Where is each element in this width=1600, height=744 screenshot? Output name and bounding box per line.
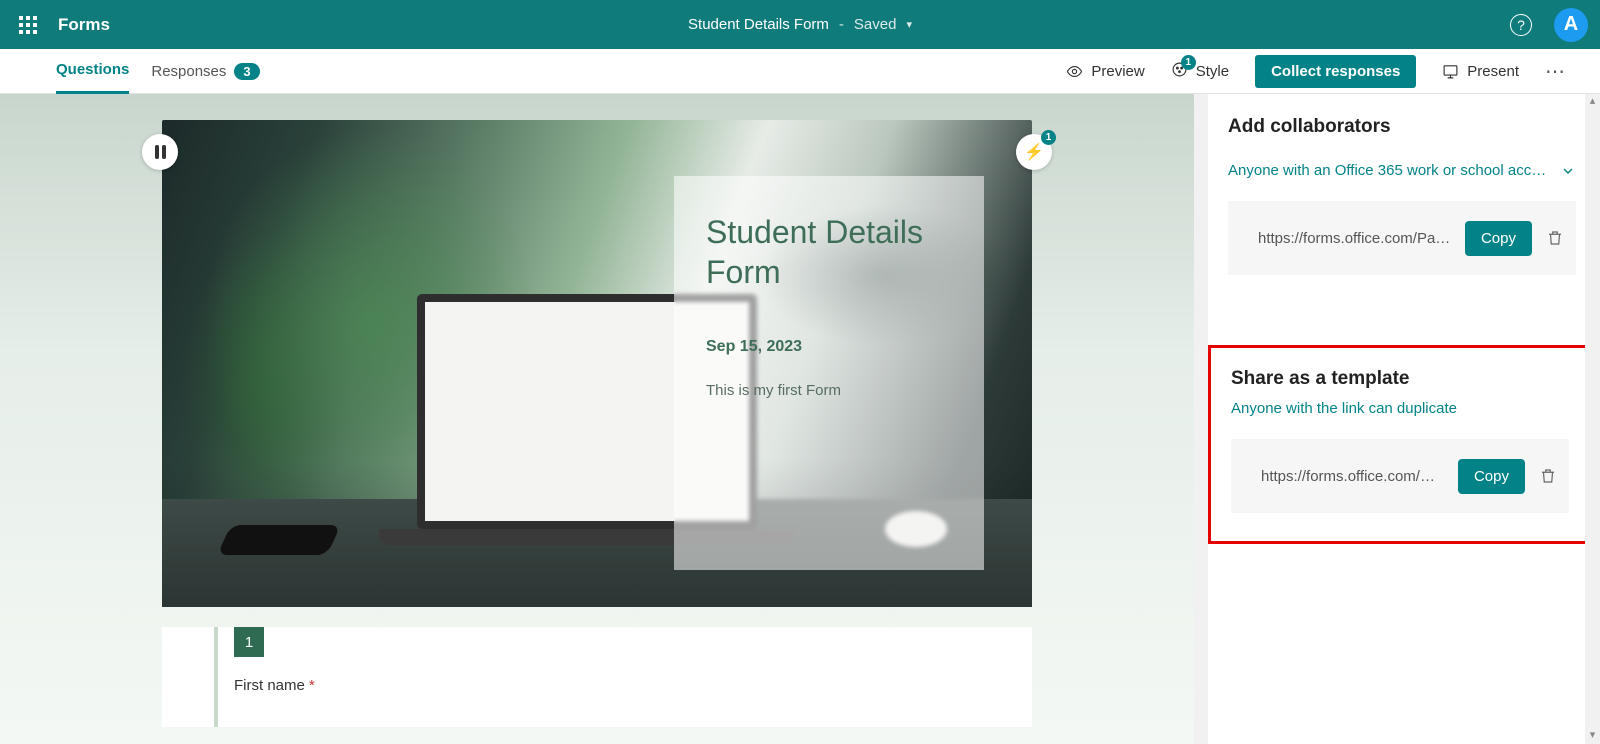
eye-icon — [1066, 63, 1083, 80]
collab-link-text[interactable]: https://forms.office.com/Pag... — [1258, 230, 1451, 247]
main-canvas: ⚡ 1 Student Details Form Sep 15, 2023 Th… — [0, 94, 1194, 744]
chevron-down-icon — [1560, 163, 1576, 179]
help-icon[interactable]: ? — [1510, 14, 1532, 36]
share-template-section: Share as a template Anyone with the link… — [1208, 345, 1596, 544]
pause-button[interactable] — [142, 134, 178, 170]
present-button[interactable]: Present — [1442, 63, 1519, 80]
form-description-text[interactable]: This is my first Form — [706, 382, 952, 399]
app-header: Forms Student Details Form - Saved ▾ ? A — [0, 0, 1600, 49]
lightning-button[interactable]: ⚡ 1 — [1016, 134, 1052, 170]
phone-graphic — [217, 525, 341, 555]
header-title-group: Student Details Form - Saved ▾ — [688, 16, 912, 33]
title-separator: - — [839, 16, 844, 33]
more-icon[interactable]: ⋯ — [1545, 59, 1566, 84]
question-label: First name — [234, 677, 305, 694]
monitor-icon — [1442, 63, 1459, 80]
question-card-1[interactable]: 1 First name * — [162, 627, 1032, 727]
main-scrollbar[interactable] — [1194, 94, 1208, 744]
preview-label: Preview — [1091, 63, 1144, 80]
share-template-title: Share as a template — [1231, 368, 1593, 390]
copy-template-link-button[interactable]: Copy — [1458, 459, 1525, 494]
collect-responses-button[interactable]: Collect responses — [1255, 55, 1416, 88]
save-status: Saved — [854, 16, 897, 33]
add-collaborators-title: Add collaborators — [1228, 116, 1600, 138]
tab-questions[interactable]: Questions — [56, 49, 129, 94]
sidebar-scrollbar[interactable]: ▴ ▾ — [1585, 94, 1600, 744]
preview-button[interactable]: Preview — [1066, 63, 1144, 80]
collect-label: Collect responses — [1271, 63, 1400, 80]
collab-scope-label: Anyone with an Office 365 work or school… — [1228, 162, 1550, 179]
chevron-down-icon[interactable]: ▾ — [906, 18, 912, 31]
form-header-card[interactable]: ⚡ 1 Student Details Form Sep 15, 2023 Th… — [162, 120, 1032, 607]
trash-icon[interactable] — [1539, 466, 1557, 486]
required-asterisk: * — [309, 677, 315, 694]
style-label: Style — [1196, 63, 1229, 80]
lightning-badge: 1 — [1041, 130, 1056, 145]
style-badge: 1 — [1181, 55, 1196, 70]
title-overlay: Student Details Form Sep 15, 2023 This i… — [674, 176, 984, 570]
app-name[interactable]: Forms — [58, 15, 110, 35]
tab-responses-label: Responses — [151, 63, 226, 80]
present-label: Present — [1467, 63, 1519, 80]
tab-questions-label: Questions — [56, 61, 129, 78]
form-title-text[interactable]: Student Details Form — [706, 212, 952, 292]
copy-collab-link-button[interactable]: Copy — [1465, 221, 1532, 256]
app-launcher-icon[interactable] — [12, 9, 44, 41]
template-link-text[interactable]: https://forms.office.com/Pag... — [1261, 468, 1444, 485]
form-date-text: Sep 15, 2023 — [706, 338, 952, 356]
share-sidebar: Add collaborators Anyone with an Office … — [1208, 94, 1600, 744]
style-button[interactable]: 1 Style — [1171, 61, 1229, 82]
avatar[interactable]: A — [1554, 8, 1588, 42]
responses-count-badge: 3 — [234, 63, 259, 80]
template-link-box: https://forms.office.com/Pag... Copy — [1231, 439, 1569, 513]
scroll-down-arrow-icon[interactable]: ▾ — [1585, 728, 1600, 744]
lightning-icon: ⚡ — [1024, 142, 1044, 162]
collab-link-box: https://forms.office.com/Pag... Copy — [1228, 201, 1576, 275]
tab-responses[interactable]: Responses 3 — [151, 49, 259, 94]
trash-icon[interactable] — [1546, 228, 1564, 248]
form-title[interactable]: Student Details Form — [688, 16, 829, 33]
collab-scope-dropdown[interactable]: Anyone with an Office 365 work or school… — [1228, 162, 1600, 179]
question-accent-stripe — [214, 627, 218, 727]
scroll-up-arrow-icon[interactable]: ▴ — [1585, 94, 1600, 110]
question-number-badge: 1 — [234, 627, 264, 657]
share-template-subtitle: Anyone with the link can duplicate — [1231, 400, 1593, 417]
toolbar: Questions Responses 3 Preview 1 Style Co… — [0, 49, 1600, 94]
